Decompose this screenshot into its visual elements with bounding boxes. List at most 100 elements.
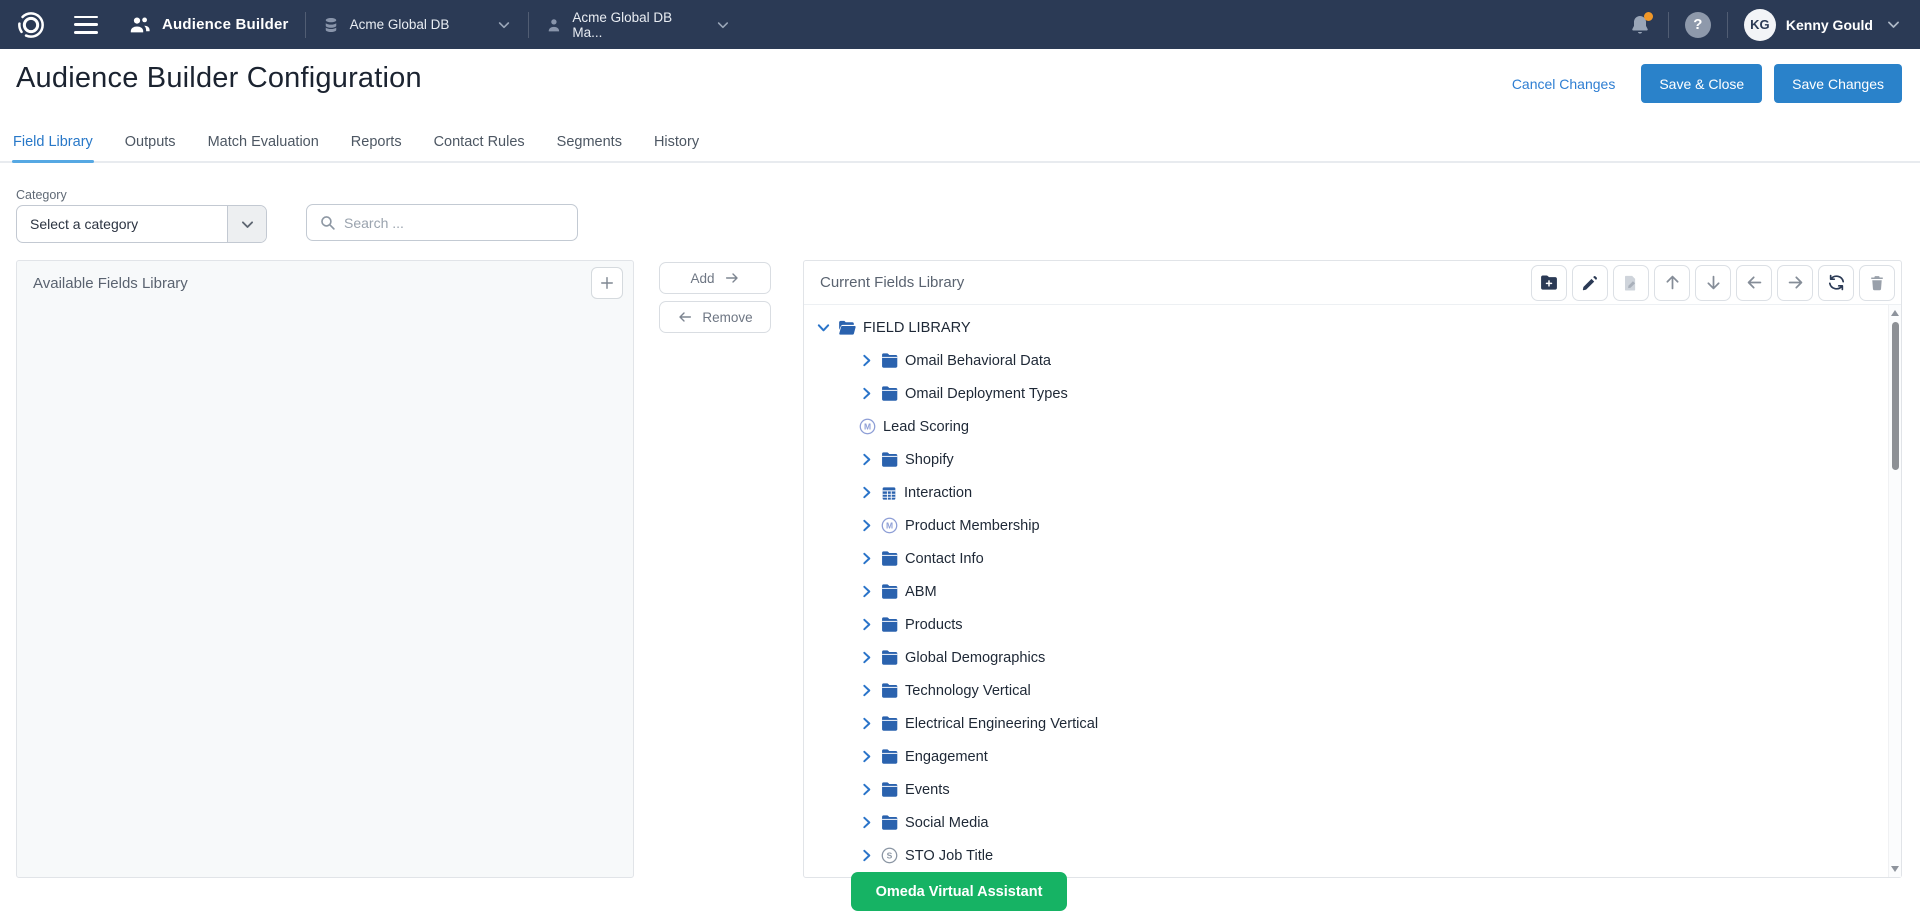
chevron-right-icon[interactable] [859, 683, 874, 698]
database-selector[interactable]: Acme Global DB [322, 16, 512, 34]
nav-divider [528, 12, 529, 38]
tree-item-label: Contact Info [905, 551, 984, 567]
tree-item-interaction[interactable]: Interaction [859, 476, 1881, 509]
chevron-right-icon[interactable] [859, 551, 874, 566]
tree-item-label: ABM [905, 584, 937, 600]
omeda-virtual-assistant-button[interactable]: Omeda Virtual Assistant [851, 872, 1067, 911]
scrollbar-down-arrow[interactable] [1891, 866, 1899, 872]
chevron-down-icon[interactable] [227, 206, 266, 242]
tree-item-label: Global Demographics [905, 650, 1045, 666]
chevron-right-icon[interactable] [859, 716, 874, 731]
category-select[interactable]: Select a category [16, 205, 267, 243]
profile-selector[interactable]: Acme Global DB Ma... [545, 10, 731, 40]
chevron-down-icon [496, 17, 512, 33]
scrollbar-thumb[interactable] [1892, 322, 1899, 470]
search-box [306, 204, 578, 241]
chevron-right-icon[interactable] [859, 782, 874, 797]
available-fields-title: Available Fields Library [33, 275, 188, 292]
tree-item-events[interactable]: Events [859, 773, 1881, 806]
tab-match-evaluation[interactable]: Match Evaluation [207, 134, 320, 161]
new-folder-icon [1539, 273, 1559, 293]
app-switcher[interactable]: Audience Builder [128, 13, 289, 37]
tab-outputs[interactable]: Outputs [124, 134, 177, 161]
tree-item-label: Interaction [904, 485, 972, 501]
chevron-right-icon[interactable] [859, 518, 874, 533]
add-field-button[interactable] [591, 267, 623, 299]
new-folder-button[interactable] [1531, 265, 1567, 301]
tree-item-social-media[interactable]: Social Media [859, 806, 1881, 839]
user-avatar[interactable]: KG [1744, 9, 1776, 41]
chevron-right-icon[interactable] [859, 749, 874, 764]
folder-icon [881, 584, 898, 599]
tree-root-field-library[interactable]: FIELD LIBRARY [816, 311, 1881, 344]
chevron-down-icon[interactable] [1885, 16, 1902, 33]
folder-icon [881, 551, 898, 566]
hamburger-menu-icon[interactable] [74, 16, 98, 34]
help-icon[interactable]: ? [1685, 12, 1711, 38]
tab-segments[interactable]: Segments [556, 134, 623, 161]
add-selected-button[interactable]: Add [659, 262, 771, 294]
tree-item-engagement[interactable]: Engagement [859, 740, 1881, 773]
chevron-right-icon[interactable] [859, 485, 874, 500]
header-actions: Cancel Changes Save & Close Save Changes [1512, 64, 1902, 103]
chevron-right-icon[interactable] [859, 650, 874, 665]
nav-divider [1668, 12, 1669, 38]
chevron-right-icon[interactable] [859, 617, 874, 632]
refresh-button[interactable] [1818, 265, 1854, 301]
search-input[interactable] [344, 215, 567, 231]
chevron-right-icon[interactable] [859, 452, 874, 467]
tab-reports[interactable]: Reports [350, 134, 403, 161]
tree-item-label: Events [905, 782, 950, 798]
save-and-close-button[interactable]: Save & Close [1641, 64, 1762, 103]
chevron-right-icon[interactable] [859, 353, 874, 368]
arrow-right-icon [724, 270, 740, 286]
move-down-button[interactable] [1695, 265, 1731, 301]
svg-text:M: M [886, 521, 893, 531]
tab-field-library[interactable]: Field Library [12, 134, 94, 161]
chevron-right-icon[interactable] [859, 848, 874, 863]
chevron-down-icon[interactable] [816, 320, 831, 335]
tree-item-products[interactable]: Products [859, 608, 1881, 641]
tree-scrollbar[interactable] [1888, 305, 1901, 877]
tree-item-lead-scoring[interactable]: M Lead Scoring [859, 410, 1881, 443]
tree-item-contact-info[interactable]: Contact Info [859, 542, 1881, 575]
cancel-changes-button[interactable]: Cancel Changes [1512, 76, 1616, 92]
chevron-right-icon[interactable] [859, 584, 874, 599]
tree-item-abm[interactable]: ABM [859, 575, 1881, 608]
chevron-right-icon[interactable] [859, 815, 874, 830]
arrow-right-icon [1786, 273, 1805, 292]
trash-icon [1868, 274, 1886, 292]
tree-item-sto-job-title[interactable]: SSTO Job Title [859, 839, 1881, 872]
scrollbar-up-arrow[interactable] [1891, 310, 1899, 316]
move-left-button[interactable] [1736, 265, 1772, 301]
tree-item-product-membership[interactable]: M Product Membership [859, 509, 1881, 542]
delete-button[interactable] [1859, 265, 1895, 301]
tab-contact-rules[interactable]: Contact Rules [433, 134, 526, 161]
remove-selected-button[interactable]: Remove [659, 301, 771, 333]
tree-item-technology-vertical[interactable]: Technology Vertical [859, 674, 1881, 707]
tree-item-omail-deployment-types[interactable]: Omail Deployment Types [859, 377, 1881, 410]
tree-item-label: Lead Scoring [883, 419, 969, 435]
category-select-value: Select a category [17, 206, 227, 242]
category-label: Category [16, 188, 67, 202]
move-up-button[interactable] [1654, 265, 1690, 301]
nav-divider [1727, 12, 1728, 38]
edit-pencil-icon [1581, 274, 1599, 292]
folder-icon [881, 716, 898, 731]
tree-item-omail-behavioral-data[interactable]: Omail Behavioral Data [859, 344, 1881, 377]
tab-history[interactable]: History [653, 134, 700, 161]
notification-badge [1644, 12, 1653, 21]
move-right-button[interactable] [1777, 265, 1813, 301]
page-title: Audience Builder Configuration [16, 62, 422, 95]
tree-item-shopify[interactable]: Shopify [859, 443, 1881, 476]
tree-root-label: FIELD LIBRARY [863, 320, 971, 336]
chevron-right-icon[interactable] [859, 386, 874, 401]
calendar-icon [881, 485, 897, 501]
save-changes-button[interactable]: Save Changes [1774, 64, 1902, 103]
edit-button[interactable] [1572, 265, 1608, 301]
svg-text:M: M [864, 422, 871, 432]
tree-item-electrical-engineering-vertical[interactable]: Electrical Engineering Vertical [859, 707, 1881, 740]
tree-item-label: Product Membership [905, 518, 1040, 534]
notifications-button[interactable] [1628, 13, 1652, 37]
tree-item-global-demographics[interactable]: Global Demographics [859, 641, 1881, 674]
